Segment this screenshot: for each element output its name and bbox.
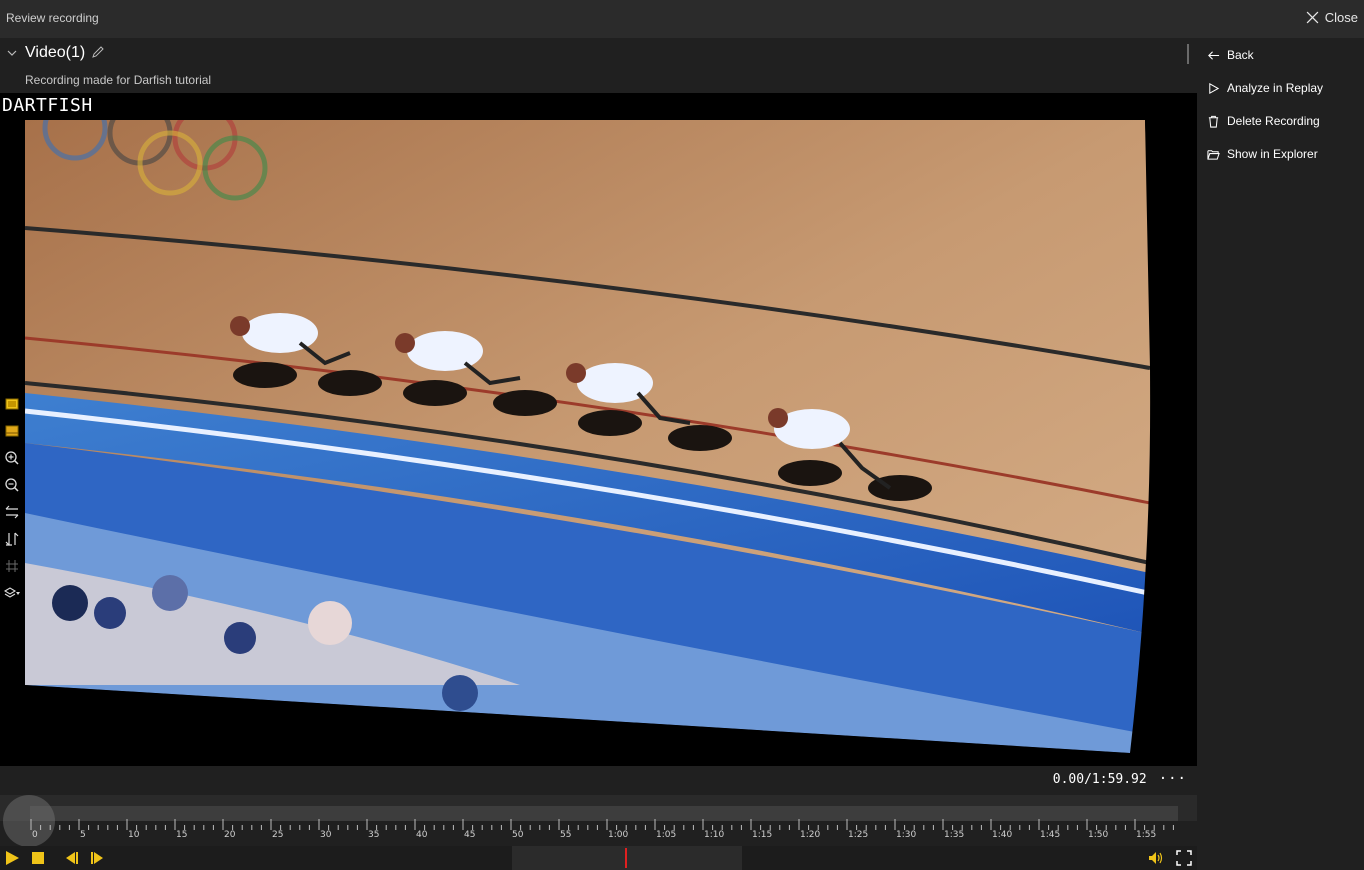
- playback-controls: [0, 846, 1197, 870]
- volume-icon: [1149, 852, 1163, 864]
- fullscreen-icon: [1176, 850, 1192, 866]
- window-title: Review recording: [6, 11, 99, 25]
- previous-frame-icon: [66, 852, 78, 864]
- video-title: Video(1): [25, 44, 86, 61]
- fullscreen-button[interactable]: [1175, 850, 1193, 866]
- play-outline-icon: [1209, 82, 1220, 94]
- volume-button[interactable]: [1147, 850, 1165, 866]
- frame-view-icon: [5, 398, 19, 409]
- zoom-out-icon: [5, 477, 19, 492]
- overlay-view-icon: [5, 425, 19, 436]
- play-icon: [6, 851, 19, 865]
- timeline-label: 40: [416, 830, 428, 840]
- timeline-label: 55: [560, 830, 572, 840]
- video-frame: [0, 93, 1197, 766]
- timeline-label: 1:40: [992, 830, 1013, 840]
- divider: [1187, 44, 1189, 64]
- timeline-label: 1:30: [896, 830, 917, 840]
- timeline-label: 1:25: [848, 830, 869, 840]
- video-player[interactable]: DARTFISH: [0, 93, 1197, 766]
- chevron-down-icon[interactable]: [6, 47, 18, 59]
- flip-horizontal-tool[interactable]: [2, 501, 22, 522]
- selection-range[interactable]: [512, 846, 742, 870]
- timeline-label: 20: [224, 830, 236, 840]
- timeline-label: 1:15: [752, 830, 773, 840]
- timeline-label: 1:05: [656, 830, 677, 840]
- trash-icon: [1208, 115, 1219, 128]
- timeline-label: 25: [272, 830, 284, 840]
- layers-tool[interactable]: [2, 582, 22, 603]
- main-panel: Video(1) Recording made for Darfish tuto…: [0, 38, 1197, 870]
- timeline-label: 1:35: [944, 830, 965, 840]
- timeline-label: 35: [368, 830, 380, 840]
- timeline-label: 0: [32, 830, 38, 840]
- previous-frame-button[interactable]: [62, 850, 80, 866]
- timeline-ruler[interactable]: 0 5 10 15 20 25 30 35 40 45 50 55 1:00 1:05 1:10 1:15 1:…: [0, 818, 1197, 848]
- grid-icon: [6, 559, 18, 572]
- stop-icon: [32, 852, 44, 864]
- timeline-label: 1:55: [1136, 830, 1157, 840]
- timeline-label: 1:20: [800, 830, 821, 840]
- layers-icon: [4, 586, 20, 598]
- sidebar-item-analyze-in-replay[interactable]: Analyze in Replay: [1207, 78, 1323, 98]
- dartfish-watermark: DARTFISH: [2, 95, 93, 116]
- frame-view-tool[interactable]: [2, 393, 22, 414]
- sidebar-item-label: Analyze in Replay: [1227, 81, 1324, 95]
- timeline-label: 1:45: [1040, 830, 1061, 840]
- close-label: Close: [1324, 10, 1358, 25]
- timeline-label: 50: [512, 830, 524, 840]
- timeline-label: 10: [128, 830, 140, 840]
- video-toolbar: [0, 393, 24, 603]
- video-header: Video(1) Recording made for Darfish tuto…: [0, 38, 1197, 93]
- timeline-label: 1:50: [1088, 830, 1109, 840]
- timeline-label: 1:00: [608, 830, 629, 840]
- folder-open-icon: [1207, 149, 1220, 160]
- sidebar-item-delete-recording[interactable]: Delete Recording: [1207, 111, 1320, 131]
- sidebar-item-label: Show in Explorer: [1227, 147, 1318, 161]
- sidebar-item-label: Delete Recording: [1227, 114, 1320, 128]
- play-button[interactable]: [3, 850, 21, 866]
- title-bar: Review recording Close: [0, 0, 1364, 38]
- sidebar-item-back[interactable]: Back: [1207, 45, 1254, 65]
- grid-tool[interactable]: [2, 555, 22, 576]
- time-info: 0.00/1:59.92 ···: [1053, 771, 1187, 787]
- timeline-label: 1:10: [704, 830, 725, 840]
- sidebar-item-label: Back: [1227, 48, 1254, 62]
- timeline-label: 5: [80, 830, 86, 840]
- sidebar-item-show-in-explorer[interactable]: Show in Explorer: [1207, 144, 1318, 164]
- timeline-label: 45: [464, 830, 476, 840]
- edit-pencil-icon[interactable]: [91, 45, 105, 59]
- overlay-view-tool[interactable]: [2, 420, 22, 441]
- action-sidebar: Back Analyze in Replay Delete Recording …: [1197, 38, 1364, 870]
- playhead[interactable]: [625, 848, 627, 868]
- time-display: 0.00/1:59.92: [1052, 771, 1147, 787]
- close-button[interactable]: Close: [1306, 10, 1358, 25]
- video-description: Recording made for Darfish tutorial: [25, 73, 212, 87]
- arrow-left-icon: [1208, 50, 1220, 60]
- zoom-in-tool[interactable]: [2, 447, 22, 468]
- next-frame-icon: [91, 852, 103, 864]
- close-icon: [1306, 11, 1319, 24]
- flip-vertical-icon: [5, 532, 19, 546]
- next-frame-button[interactable]: [89, 850, 107, 866]
- timeline-label: 15: [176, 830, 188, 840]
- flip-vertical-tool[interactable]: [2, 528, 22, 549]
- more-options-button[interactable]: ···: [1159, 771, 1187, 787]
- zoom-in-icon: [5, 450, 19, 465]
- stop-button[interactable]: [29, 850, 47, 866]
- timeline-label: 30: [320, 830, 332, 840]
- zoom-out-tool[interactable]: [2, 474, 22, 495]
- flip-horizontal-icon: [5, 505, 19, 518]
